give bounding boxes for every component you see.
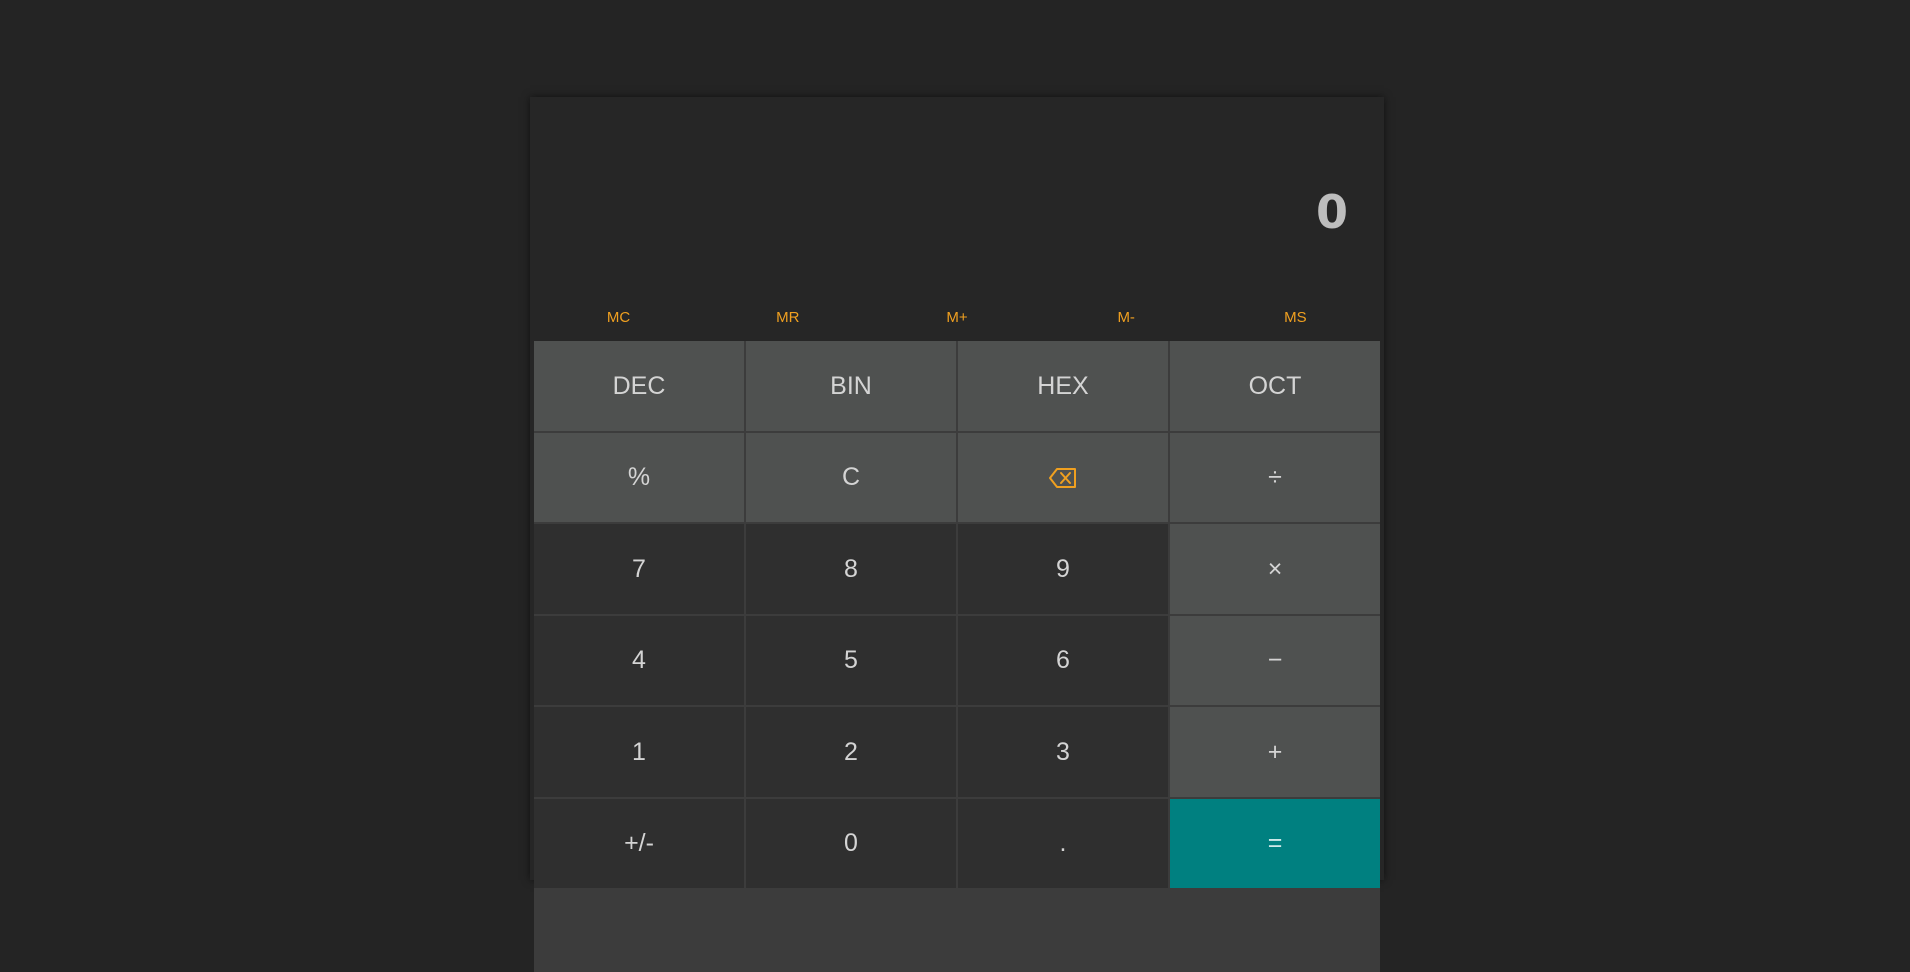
clear-button[interactable]: C [746, 433, 956, 522]
dec-button[interactable]: DEC [534, 341, 744, 431]
negate-button[interactable]: +/- [534, 799, 744, 888]
eight-button[interactable]: 8 [746, 524, 956, 614]
hex-button[interactable]: HEX [958, 341, 1168, 431]
oct-button[interactable]: OCT [1170, 341, 1380, 431]
nine-button[interactable]: 9 [958, 524, 1168, 614]
keypad: DEC BIN HEX OCT % C ÷ 7 8 9 × 4 5 6 − 1 … [534, 341, 1380, 972]
decimal-button[interactable]: . [958, 799, 1168, 888]
seven-button[interactable]: 7 [534, 524, 744, 614]
five-button[interactable]: 5 [746, 616, 956, 705]
memory-recall-button[interactable]: MR [703, 295, 872, 339]
two-button[interactable]: 2 [746, 707, 956, 797]
memory-row: MC MR M+ M- MS [534, 295, 1380, 339]
minus-button[interactable]: − [1170, 616, 1380, 705]
three-button[interactable]: 3 [958, 707, 1168, 797]
six-button[interactable]: 6 [958, 616, 1168, 705]
memory-add-button[interactable]: M+ [872, 295, 1041, 339]
zero-button[interactable]: 0 [746, 799, 956, 888]
calculator-window: 0 MC MR M+ M- MS DEC BIN HEX OCT % C ÷ 7… [530, 97, 1384, 972]
multiply-button[interactable]: × [1170, 524, 1380, 614]
plus-button[interactable]: + [1170, 707, 1380, 797]
bin-button[interactable]: BIN [746, 341, 956, 431]
backspace-icon [1048, 467, 1078, 489]
memory-store-button[interactable]: MS [1211, 295, 1380, 339]
equals-button[interactable]: = [1170, 799, 1380, 888]
four-button[interactable]: 4 [534, 616, 744, 705]
display-area: 0 [534, 97, 1380, 282]
percent-button[interactable]: % [534, 433, 744, 522]
memory-clear-button[interactable]: MC [534, 295, 703, 339]
memory-subtract-button[interactable]: M- [1042, 295, 1211, 339]
display-value: 0 [1315, 185, 1348, 239]
divide-button[interactable]: ÷ [1170, 433, 1380, 522]
backspace-button[interactable] [958, 433, 1168, 522]
one-button[interactable]: 1 [534, 707, 744, 797]
